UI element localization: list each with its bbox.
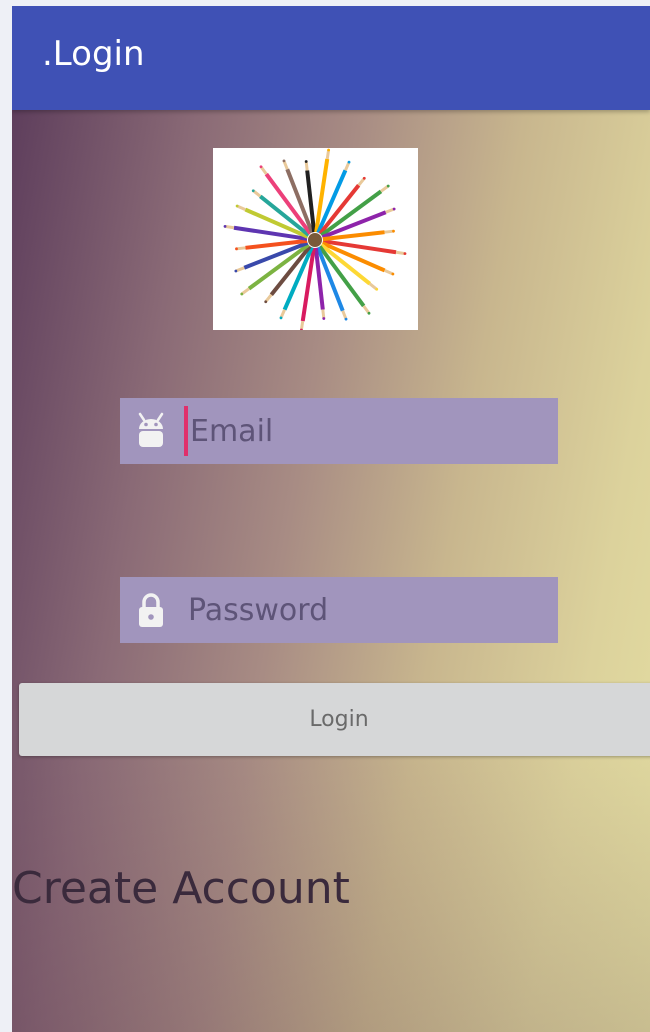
- app-title: .Login: [42, 34, 145, 74]
- pencil-body: [247, 243, 310, 291]
- pencil-lead: [282, 159, 286, 163]
- pencil-lead: [327, 148, 330, 152]
- password-field[interactable]: [120, 577, 558, 643]
- app-bar: .Login: [12, 6, 650, 110]
- lock-icon: [136, 591, 166, 629]
- pencil-lead: [240, 292, 244, 296]
- pencil-lead: [304, 160, 308, 163]
- email-field[interactable]: [120, 398, 558, 464]
- pencil-body: [318, 245, 366, 308]
- pencil-lead: [234, 269, 238, 273]
- pencil-lead: [392, 207, 396, 211]
- pencil-lead: [347, 160, 351, 164]
- pencil-body: [264, 172, 312, 235]
- create-account-link[interactable]: Create Account: [12, 862, 350, 916]
- pencil-lead: [223, 225, 227, 228]
- pencil-lead: [403, 252, 407, 255]
- android-icon: [136, 412, 166, 450]
- pencil-lead: [375, 287, 379, 291]
- pencil-lead: [235, 204, 239, 208]
- pencil-lead: [264, 300, 268, 304]
- pencil-lead: [367, 311, 371, 315]
- pencil-lead: [251, 189, 255, 193]
- pencil-lead: [392, 229, 395, 233]
- pencil-lead: [391, 272, 395, 276]
- pencil-lead: [322, 317, 326, 320]
- email-input[interactable]: [186, 408, 550, 454]
- pencil-lead: [259, 165, 263, 169]
- pencil-hub: [308, 233, 322, 247]
- pencil-lead: [279, 316, 283, 320]
- colored-pencils-image: [213, 148, 418, 330]
- pencil-burst-graphic: [223, 148, 407, 330]
- pencil-lead: [235, 247, 238, 251]
- pencil-body: [320, 189, 383, 237]
- login-button[interactable]: Login: [19, 683, 650, 756]
- pencil-lead: [344, 317, 348, 321]
- login-screen: .Login Login Create A: [12, 6, 650, 1032]
- pencil-lead: [386, 184, 390, 188]
- pencil-lead: [362, 176, 366, 180]
- password-input[interactable]: [184, 587, 548, 633]
